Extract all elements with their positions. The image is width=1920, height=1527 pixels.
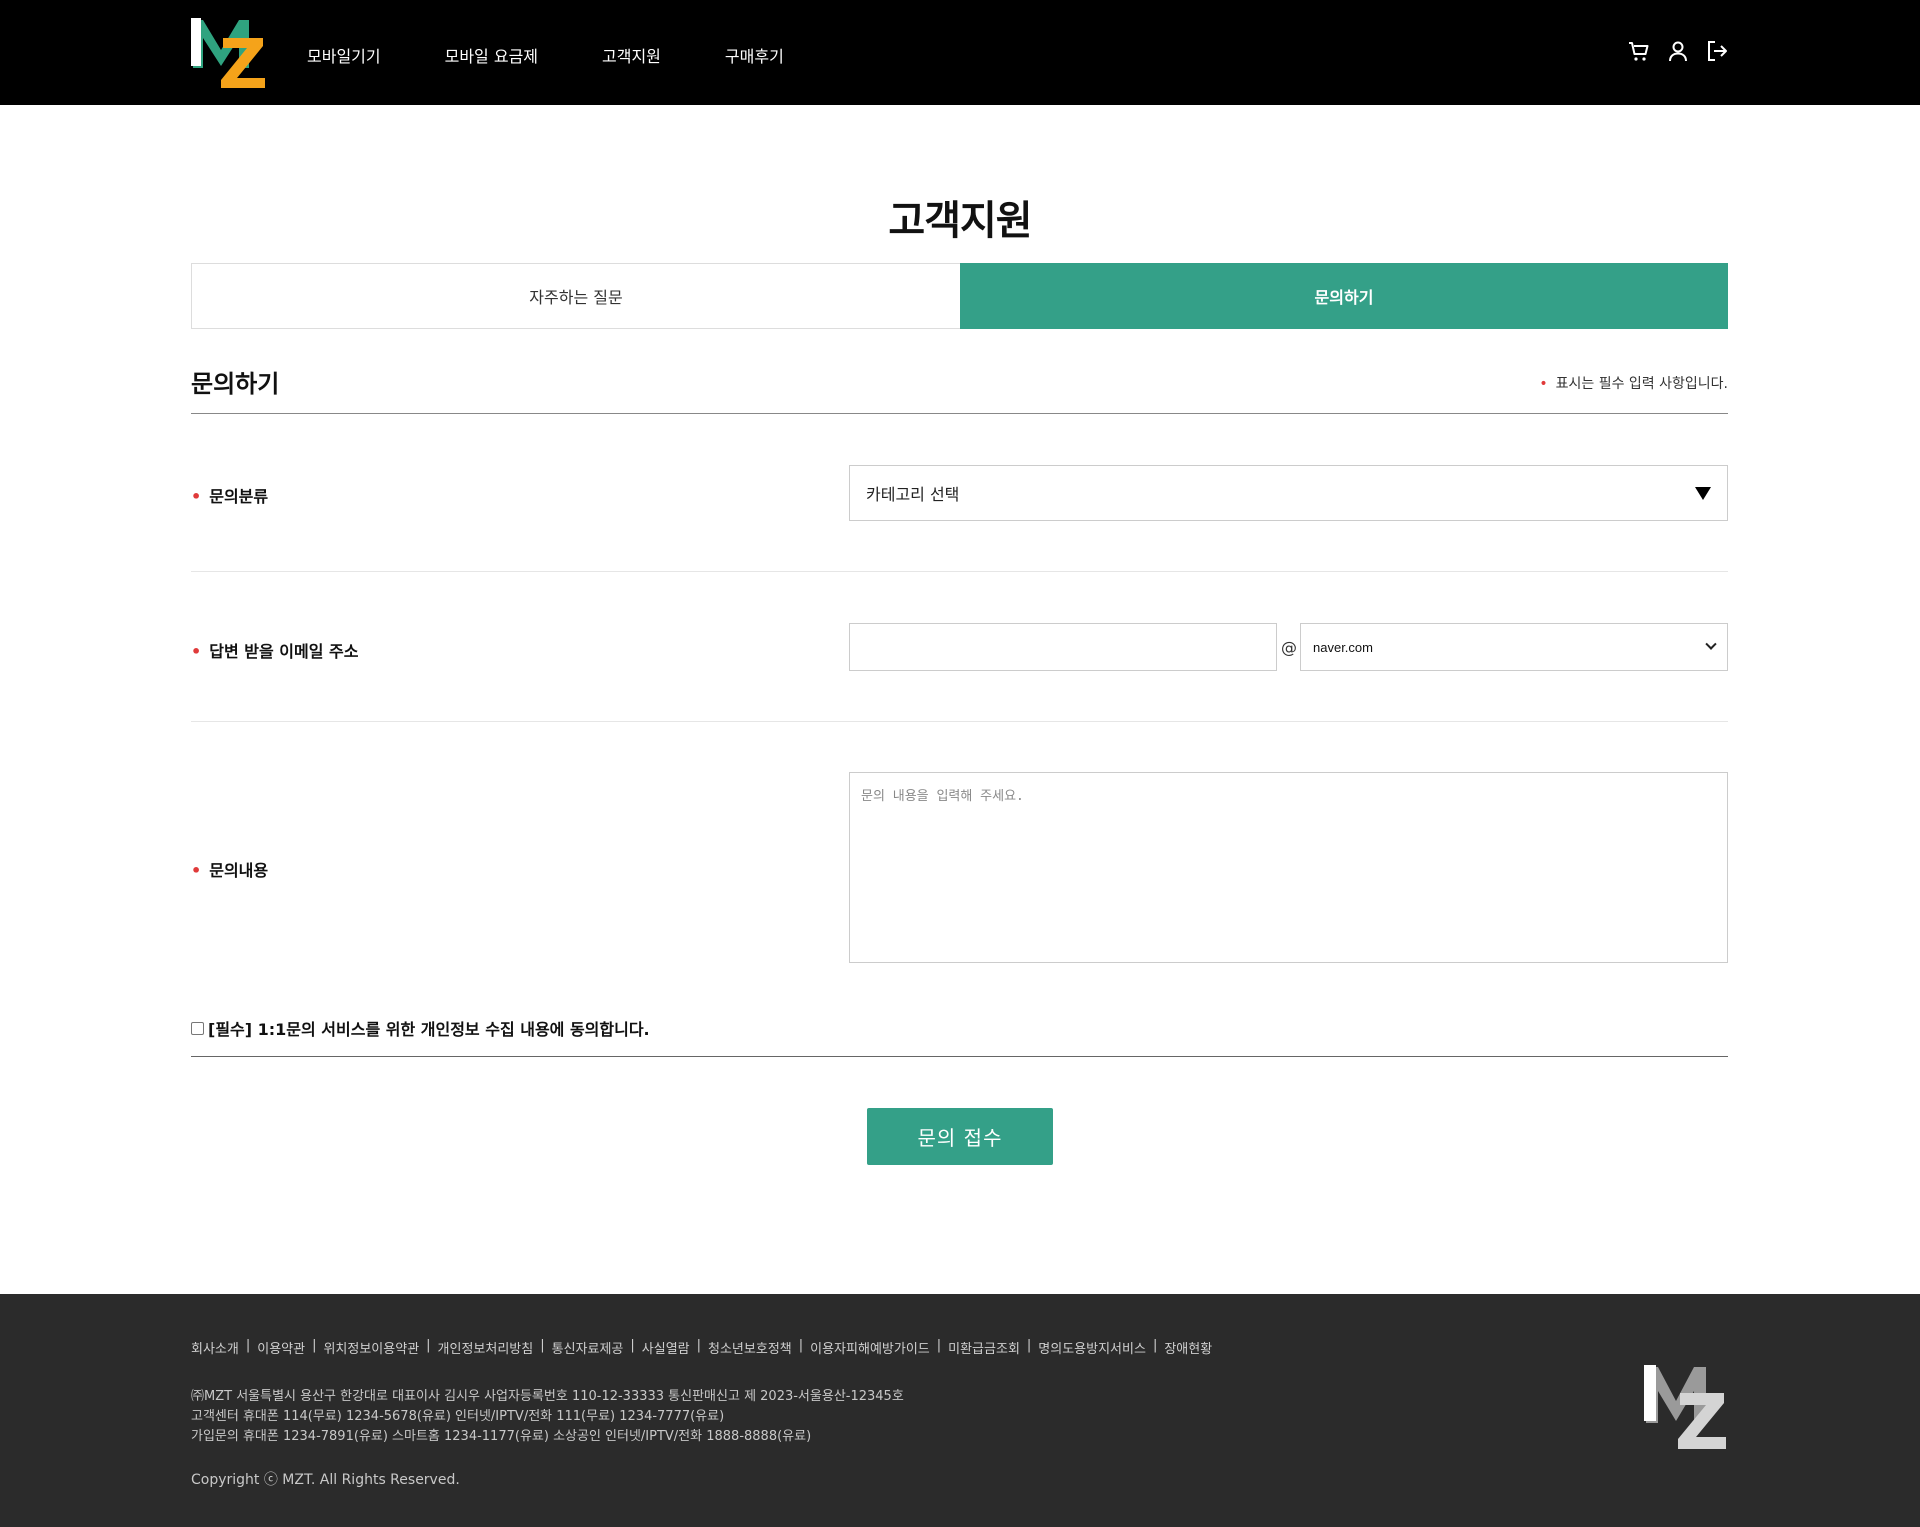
nav-mobile-plans[interactable]: 모바일 요금제 <box>445 43 538 67</box>
category-select[interactable]: 카테고리 선택 <box>849 465 1728 521</box>
submit-inquiry-button[interactable]: 문의 접수 <box>867 1108 1053 1165</box>
footer-link-privacy[interactable]: 개인정보처리방침 <box>438 1338 534 1357</box>
email-domain-value: naver.com <box>1313 639 1373 655</box>
required-dot-icon: • <box>191 487 202 506</box>
logo[interactable] <box>191 10 267 90</box>
footer-info-line: 고객센터 휴대폰 114(무료) 1234-5678(유료) 인터넷/IPTV/… <box>191 1409 725 1424</box>
chevron-down-icon <box>1705 638 1717 650</box>
row-divider <box>191 721 1728 722</box>
email-label: • 답변 받을 이메일 주소 <box>191 638 358 662</box>
nav-customer-support[interactable]: 고객지원 <box>602 43 661 67</box>
footer-link-youth-policy[interactable]: 청소년보호정책 <box>708 1338 792 1357</box>
tab-inquiry[interactable]: 문의하기 <box>960 263 1728 329</box>
tab-faq[interactable]: 자주하는 질문 <box>191 263 960 329</box>
footer-link-outage[interactable]: 장애현황 <box>1164 1338 1212 1357</box>
footer-copyright: Copyright ⓒ MZT. All Rights Reserved. <box>191 1472 460 1488</box>
section-title: 문의하기 <box>191 370 280 398</box>
required-note: • 표시는 필수 입력 사항입니다. <box>1539 373 1728 393</box>
mz-logo-icon <box>191 18 265 88</box>
email-label-text: 답변 받을 이메일 주소 <box>209 642 359 661</box>
footer-links: 회사소개 | 이용약관 | 위치정보이용약관 | 개인정보처리방침 | 통신자료제공 | … <box>191 1338 1213 1357</box>
nav-mobile-devices[interactable]: 모바일기기 <box>307 43 381 67</box>
footer-link-damage-guide[interactable]: 이용자피해예방가이드 <box>810 1338 930 1357</box>
footer-link-location-terms[interactable]: 위치정보이용약관 <box>323 1338 419 1357</box>
required-dot-icon: • <box>191 642 202 661</box>
user-icon[interactable] <box>1666 39 1690 63</box>
section-divider <box>191 413 1728 414</box>
at-sign: @ <box>1281 638 1297 657</box>
consent-checkbox-row[interactable]: [필수] 1:1문의 서비스를 위한 개인정보 수집 내용에 동의합니다. <box>191 1016 650 1040</box>
site-footer: 회사소개 | 이용약관 | 위치정보이용약관 | 개인정보처리방침 | 통신자료제공 | … <box>0 1294 1920 1527</box>
required-dot-icon: • <box>1539 376 1548 392</box>
logout-icon[interactable] <box>1705 39 1729 63</box>
nav-reviews[interactable]: 구매후기 <box>725 43 784 67</box>
consent-label: [필수] 1:1문의 서비스를 위한 개인정보 수집 내용에 동의합니다. <box>208 1020 650 1039</box>
footer-info-line: ㈜MZT 서울특별시 용산구 한강대로 대표이사 김시우 사업자등록번호 110… <box>191 1389 904 1404</box>
category-label: • 문의분류 <box>191 483 268 507</box>
caret-down-icon <box>1695 486 1711 500</box>
email-domain-select[interactable]: naver.com <box>1300 623 1728 671</box>
header-icons <box>1627 39 1729 63</box>
page-title: 고객지원 <box>888 198 1032 244</box>
email-local-input[interactable] <box>849 623 1277 671</box>
consent-checkbox[interactable] <box>191 1021 204 1035</box>
inquiry-content-textarea[interactable] <box>849 772 1728 963</box>
main-nav: 모바일기기 모바일 요금제 고객지원 구매후기 <box>307 43 848 67</box>
row-divider <box>191 571 1728 572</box>
footer-info-line: 가입문의 휴대폰 1234-7891(유료) 스마트홈 1234-1177(유료… <box>191 1429 812 1444</box>
cart-icon[interactable] <box>1627 39 1651 63</box>
content-label-text: 문의내용 <box>209 861 269 880</box>
footer-logo-icon <box>1644 1365 1726 1449</box>
footer-link-company[interactable]: 회사소개 <box>191 1338 239 1357</box>
footer-company-info: ㈜MZT 서울특별시 용산구 한강대로 대표이사 김시우 사업자등록번호 110… <box>191 1387 904 1447</box>
site-header: 모바일기기 모바일 요금제 고객지원 구매후기 <box>0 0 1920 105</box>
support-tabs: 자주하는 질문 문의하기 <box>191 263 1728 329</box>
footer-link-identity-theft[interactable]: 명의도용방지서비스 <box>1038 1338 1146 1357</box>
footer-link-data-provision[interactable]: 통신자료제공 <box>552 1338 624 1357</box>
footer-link-fact-view[interactable]: 사실열람 <box>642 1338 690 1357</box>
footer-link-terms[interactable]: 이용약관 <box>257 1338 305 1357</box>
required-note-text: 표시는 필수 입력 사항입니다. <box>1555 376 1728 392</box>
footer-link-refund[interactable]: 미환급금조회 <box>948 1338 1020 1357</box>
category-label-text: 문의분류 <box>209 487 269 506</box>
required-dot-icon: • <box>191 861 202 880</box>
category-select-value: 카테고리 선택 <box>866 485 960 504</box>
content-label: • 문의내용 <box>191 857 268 881</box>
form-bottom-divider <box>191 1056 1728 1057</box>
